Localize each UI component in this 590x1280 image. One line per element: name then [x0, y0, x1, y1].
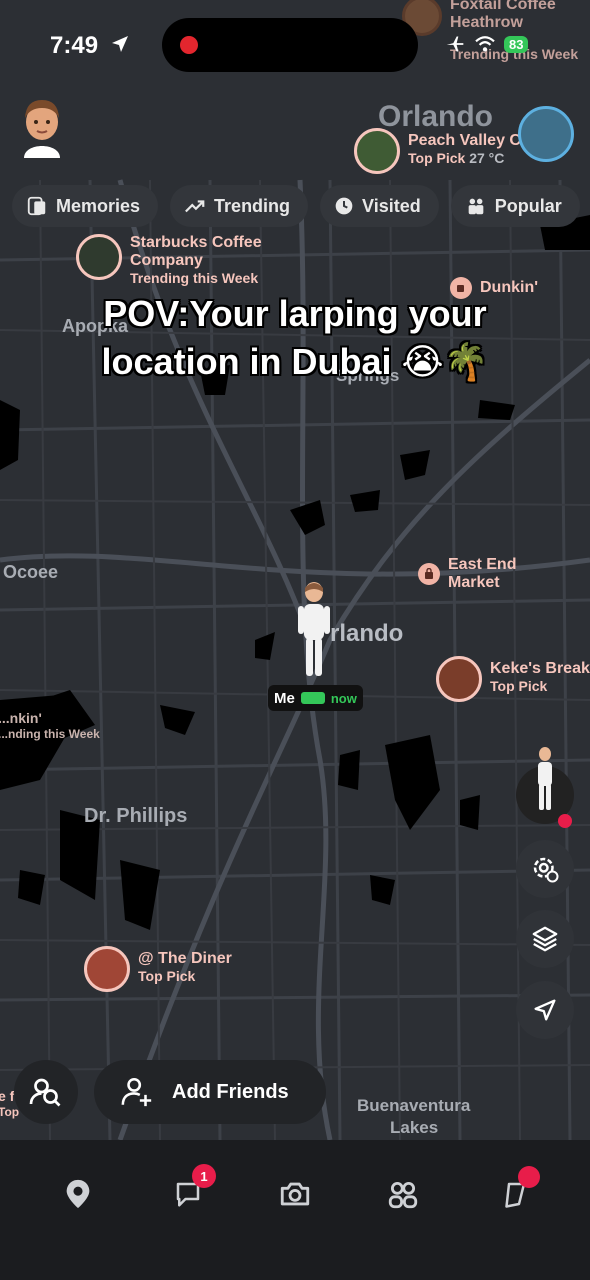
- recenter-location-button[interactable]: [516, 981, 574, 1039]
- avatar: [24, 100, 60, 158]
- place-thumbnail: [84, 946, 130, 992]
- bitmoji-icon: [538, 747, 552, 810]
- filter-label: Trending: [214, 195, 291, 216]
- caption-line-2: location in Dubai 😭🌴: [101, 341, 489, 382]
- wifi-icon: [475, 36, 495, 52]
- clock-icon: [335, 197, 353, 215]
- place-east-end-market[interactable]: East End Market: [418, 556, 516, 592]
- filter-label: Visited: [362, 195, 421, 216]
- place-name-line2: Company: [130, 252, 203, 269]
- place-name: ...nkin': [0, 710, 42, 726]
- add-friends-label: Add Friends: [172, 1080, 289, 1103]
- recording-dot-icon: [180, 36, 198, 54]
- place-name: Foxtail Coffee: [450, 0, 556, 13]
- place-name-line2: Market: [448, 574, 500, 591]
- profile-avatar-button[interactable]: [18, 94, 66, 158]
- place-name: East End: [448, 556, 517, 573]
- map-view[interactable]: Foxtail Coffee Heathrow Trending this We…: [0, 0, 590, 1140]
- place-thumbnail: [354, 128, 400, 174]
- bottom-navigation: 1: [0, 1140, 590, 1280]
- status-time: 7:49: [50, 32, 99, 59]
- map-label-dr-phillips: Dr. Phillips: [84, 805, 188, 827]
- shopping-bag-icon: [418, 563, 440, 585]
- trending-icon: [185, 200, 205, 213]
- gear-icon: [533, 857, 559, 883]
- dynamic-island: [162, 18, 418, 72]
- chat-badge: 1: [192, 1164, 216, 1188]
- nav-camera[interactable]: [273, 1172, 317, 1216]
- layers-icon: [532, 926, 558, 952]
- place-name: Starbucks Coffee: [130, 234, 262, 251]
- map-label-ocoee: Ocoee: [3, 562, 59, 582]
- camera-icon: [280, 1182, 310, 1206]
- airplane-icon: [446, 36, 464, 52]
- filter-label: Memories: [56, 195, 141, 216]
- place-the-diner[interactable]: @ The Diner Top Pick: [84, 946, 232, 992]
- map-filter-bar: Memories Trending Visited Popular: [12, 185, 580, 227]
- map-label-buenaventura: Buenaventura: [357, 1096, 471, 1115]
- map-layers-button[interactable]: [516, 910, 574, 968]
- filter-visited[interactable]: Visited: [320, 185, 439, 227]
- filter-memories[interactable]: Memories: [12, 185, 159, 227]
- video-caption: POV:Your larping your location in Dubai …: [0, 290, 590, 386]
- status-icons: 83: [444, 34, 529, 54]
- nav-stories[interactable]: [381, 1172, 425, 1216]
- place-subtitle: Top: [0, 1105, 20, 1119]
- place-peach-valley[interactable]: Peach Valley Café Top Pick 27 °C: [354, 128, 544, 174]
- place-subtitle: Top Pick 27 °C: [408, 150, 544, 166]
- filter-label: Popular: [494, 195, 562, 216]
- caption-line-1: POV:Your larping your: [103, 293, 487, 334]
- friends-icon: [388, 1181, 418, 1209]
- map-label-orlando: rlando: [330, 620, 404, 647]
- me-time: now: [330, 690, 357, 706]
- place-subtitle: Top Pick: [490, 678, 548, 694]
- place-starbucks[interactable]: Starbucks Coffee Company Trending this W…: [76, 234, 262, 286]
- add-friends-button[interactable]: Add Friends: [94, 1060, 326, 1124]
- people-icon: [468, 198, 484, 215]
- me-location-badge[interactable]: Me now: [268, 685, 363, 711]
- filter-trending[interactable]: Trending: [170, 185, 309, 227]
- nav-chat[interactable]: 1: [166, 1164, 216, 1216]
- place-dunkin-left[interactable]: ...nkin' ...nding this Week: [0, 710, 100, 742]
- map-pin-icon: [66, 1179, 90, 1209]
- place-name: @ The Diner: [138, 950, 232, 967]
- search-friends-button[interactable]: [14, 1060, 78, 1124]
- my-bitmoji-button[interactable]: [516, 747, 574, 828]
- battery-level: 83: [504, 35, 529, 53]
- map-label-lakes: Lakes: [390, 1118, 439, 1137]
- battery-icon: [300, 692, 325, 704]
- location-arrow-icon: [112, 36, 128, 52]
- navigation-arrow-icon: [534, 999, 556, 1021]
- me-label: Me: [274, 689, 295, 707]
- friend-avatar-circle[interactable]: [518, 106, 574, 162]
- nav-spotlight[interactable]: [492, 1166, 540, 1216]
- place-kekes-breakfast[interactable]: Keke's Break Top Pick: [436, 656, 590, 702]
- search-people-icon: [29, 1078, 61, 1107]
- add-friend-icon: [121, 1077, 152, 1107]
- memories-icon: [27, 196, 46, 216]
- place-name: Keke's Break: [490, 660, 590, 677]
- place-subtitle-text: Top Pick: [408, 150, 466, 166]
- filter-popular[interactable]: Popular: [450, 185, 580, 227]
- place-thumbnail: [436, 656, 482, 702]
- place-subtitle: ...nding this Week: [0, 727, 100, 741]
- place-thumbnail: [76, 234, 122, 280]
- place-subtitle: Trending this Week: [130, 270, 259, 286]
- weather-temp: 27 °C: [469, 150, 505, 166]
- map-settings-button[interactable]: [516, 840, 574, 898]
- spotlight-notification-dot: [518, 1166, 540, 1188]
- notification-dot: [558, 814, 572, 828]
- my-bitmoji[interactable]: [296, 580, 332, 682]
- place-subtitle: Top Pick: [138, 968, 196, 984]
- nav-map[interactable]: [56, 1172, 100, 1216]
